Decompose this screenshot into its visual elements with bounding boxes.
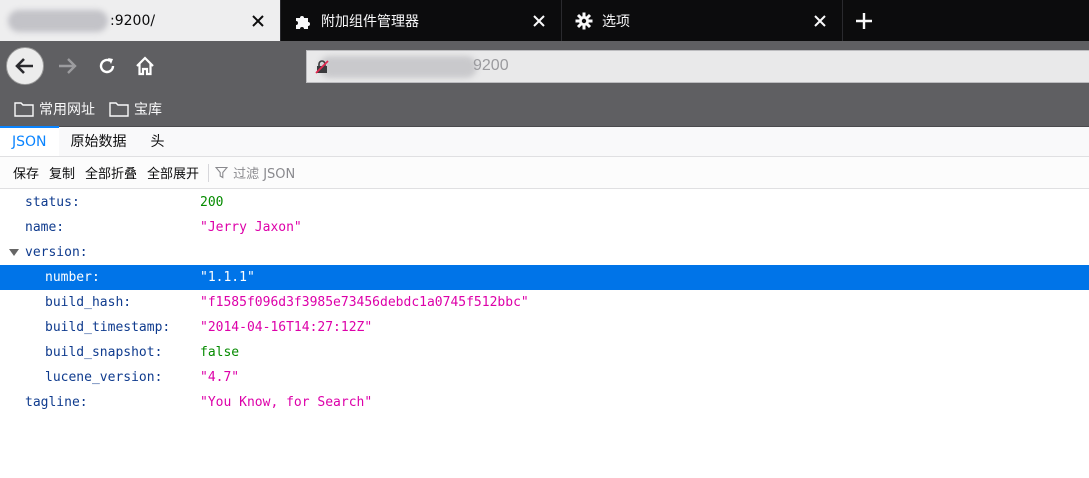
json-value: "f1585f096d3f3985e73456debdc1a0745f512bb… bbox=[200, 295, 529, 310]
json-key: build_timestamp: bbox=[45, 320, 171, 335]
close-icon[interactable] bbox=[246, 9, 270, 33]
json-row-tagline[interactable]: tagline: "You Know, for Search" bbox=[0, 390, 1089, 415]
json-row-build-timestamp[interactable]: build_timestamp: "2014-04-16T14:27:12Z" bbox=[0, 315, 1089, 340]
collapse-all-button[interactable]: 全部折叠 bbox=[80, 161, 142, 184]
json-viewer-toolbar: 保存 复制 全部折叠 全部展开 过滤 JSON bbox=[0, 157, 1089, 189]
json-key: lucene_version: bbox=[45, 370, 163, 385]
filter-json-input[interactable]: 过滤 JSON bbox=[215, 163, 295, 182]
tab-strip: :9200/ 附加组件管理器 选项 bbox=[0, 0, 1089, 41]
json-value: "Jerry Jaxon" bbox=[200, 220, 302, 235]
expand-all-button[interactable]: 全部展开 bbox=[142, 161, 204, 184]
json-value: "1.1.1" bbox=[200, 270, 255, 285]
json-row-lucene-version[interactable]: lucene_version: "4.7" bbox=[0, 365, 1089, 390]
json-key: version: bbox=[25, 245, 88, 260]
json-row-number[interactable]: number: "1.1.1" bbox=[0, 265, 1089, 290]
json-key: status: bbox=[25, 195, 80, 210]
url-text: 9200 bbox=[473, 57, 509, 74]
expand-twisty-icon[interactable] bbox=[9, 249, 19, 256]
folder-icon bbox=[109, 101, 129, 117]
json-key: build_snapshot: bbox=[45, 345, 163, 360]
navigation-toolbar: 9200 bbox=[0, 41, 1089, 91]
json-value: "2014-04-16T14:27:12Z" bbox=[200, 320, 373, 335]
reload-icon bbox=[99, 58, 115, 74]
filter-placeholder: 过滤 JSON bbox=[233, 167, 296, 182]
close-icon[interactable] bbox=[527, 9, 551, 33]
bookmark-folder-common-sites[interactable]: 常用网址 bbox=[14, 99, 95, 119]
json-value: "You Know, for Search" bbox=[200, 395, 373, 410]
toolbar-divider bbox=[208, 163, 210, 182]
json-viewer-tabs: JSON 原始数据 头 bbox=[0, 126, 1089, 157]
tab-localhost[interactable]: :9200/ bbox=[0, 0, 281, 41]
insecure-lock-icon[interactable] bbox=[315, 60, 329, 74]
tab-options[interactable]: 选项 bbox=[562, 0, 843, 41]
json-key: number: bbox=[45, 270, 100, 285]
reload-button[interactable] bbox=[92, 51, 122, 81]
home-icon bbox=[136, 56, 154, 76]
bookmark-label: 常用网址 bbox=[39, 101, 95, 118]
bookmark-folder-treasury[interactable]: 宝库 bbox=[109, 99, 162, 119]
save-button[interactable]: 保存 bbox=[8, 161, 44, 184]
forward-button[interactable] bbox=[52, 51, 82, 81]
tab-headers[interactable]: 头 bbox=[139, 126, 177, 156]
blurred-tab-title bbox=[8, 10, 108, 32]
puzzle-icon bbox=[293, 11, 313, 31]
bookmarks-toolbar: 常用网址 宝库 bbox=[0, 91, 1089, 127]
tab-json[interactable]: JSON bbox=[0, 126, 59, 156]
json-row-name[interactable]: name: "Jerry Jaxon" bbox=[0, 215, 1089, 240]
tab-title: :9200/ bbox=[110, 12, 156, 29]
filter-icon bbox=[215, 166, 229, 179]
json-row-version[interactable]: version: bbox=[0, 240, 1089, 265]
json-row-status[interactable]: status: 200 bbox=[0, 190, 1089, 215]
bookmark-label: 宝库 bbox=[134, 101, 162, 118]
json-key: tagline: bbox=[25, 395, 88, 410]
tab-title: 附加组件管理器 bbox=[321, 13, 419, 30]
json-value: "4.7" bbox=[200, 370, 240, 385]
back-button[interactable] bbox=[6, 47, 44, 85]
tab-title: 选项 bbox=[602, 13, 630, 30]
json-row-build-snapshot[interactable]: build_snapshot: false bbox=[0, 340, 1089, 365]
gear-icon bbox=[574, 11, 594, 31]
back-arrow-icon bbox=[15, 58, 33, 74]
forward-arrow-icon bbox=[59, 58, 77, 74]
json-key: name: bbox=[25, 220, 65, 235]
plus-icon bbox=[856, 12, 872, 29]
new-tab-button[interactable] bbox=[843, 0, 885, 41]
home-button[interactable] bbox=[130, 51, 160, 81]
json-row-build-hash[interactable]: build_hash: "f1585f096d3f3985e73456debdc… bbox=[0, 290, 1089, 315]
json-value: 200 bbox=[200, 195, 224, 210]
url-bar[interactable]: 9200 bbox=[306, 50, 1089, 83]
close-icon[interactable] bbox=[808, 9, 832, 33]
json-value: false bbox=[200, 345, 240, 360]
blurred-url bbox=[319, 56, 477, 78]
copy-button[interactable]: 复制 bbox=[44, 161, 80, 184]
json-key: build_hash: bbox=[45, 295, 132, 310]
tab-raw-data[interactable]: 原始数据 bbox=[59, 126, 139, 156]
tab-addons-manager[interactable]: 附加组件管理器 bbox=[281, 0, 562, 41]
json-tree: status: 200 name: "Jerry Jaxon" version:… bbox=[0, 190, 1089, 415]
folder-icon bbox=[14, 101, 34, 117]
